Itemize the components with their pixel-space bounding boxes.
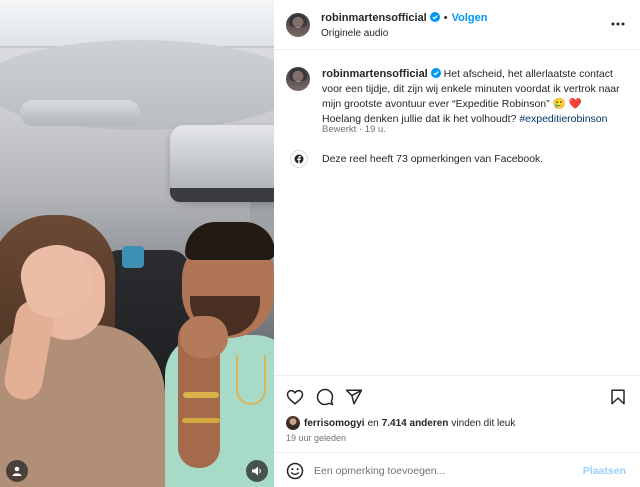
caption-time[interactable]: 19 u. <box>365 124 386 135</box>
facebook-note-text: Deze reel heeft 73 opmerkingen van Faceb… <box>322 153 544 165</box>
like-icon[interactable] <box>286 388 304 406</box>
seat-strap <box>122 246 144 268</box>
caption-meta: Bewerkt · 19 u. <box>322 124 386 135</box>
emoji-icon[interactable] <box>286 462 304 480</box>
post-actions <box>274 375 640 415</box>
man-hair <box>185 222 274 260</box>
user-tag-icon[interactable] <box>6 460 28 482</box>
caption-username[interactable]: robinmartensofficial <box>322 68 428 80</box>
man-hand <box>180 316 228 358</box>
likes-suffix: vinden dit leuk <box>451 417 516 429</box>
likes-and: en <box>367 417 379 429</box>
car-handle <box>20 100 140 126</box>
edited-label: Bewerkt <box>322 124 357 135</box>
likes-summary: ferrisomogyi en 7.414 anderen vinden dit… <box>286 416 515 430</box>
comment-icon[interactable] <box>316 388 334 406</box>
likes-count[interactable]: 7.414 anderen <box>382 418 449 429</box>
header-username[interactable]: robinmartensofficial <box>321 12 427 24</box>
separator-dot: • <box>443 12 448 24</box>
save-icon[interactable] <box>609 388 627 406</box>
facebook-icon <box>290 150 308 168</box>
liker-avatar[interactable] <box>286 416 300 430</box>
avatar[interactable] <box>286 13 310 37</box>
reel-video[interactable] <box>0 0 274 487</box>
share-icon[interactable] <box>345 388 363 406</box>
post-header: robinmartensofficial • Volgen Originele au… <box>274 0 640 50</box>
verified-icon <box>430 68 441 78</box>
man-bracelet <box>183 392 219 398</box>
post-dialog: robinmartensofficial • Volgen Originele au… <box>0 0 640 487</box>
man-necklace <box>236 355 266 405</box>
caption-avatar[interactable] <box>286 67 310 91</box>
hashtag-link[interactable]: #expeditierobinson <box>519 113 607 125</box>
car-visor-edge <box>170 188 274 202</box>
verified-icon <box>429 12 440 22</box>
sound-icon[interactable] <box>246 460 268 482</box>
facebook-comments-note: Deze reel heeft 73 opmerkingen van Faceb… <box>290 150 543 168</box>
comment-bar: Plaatsen <box>274 452 640 487</box>
post-side-panel: robinmartensofficial • Volgen Originele au… <box>274 0 640 487</box>
post-timestamp[interactable]: 19 uur geleden <box>286 433 346 443</box>
comment-input[interactable] <box>314 462 574 480</box>
audio-label[interactable]: Originele audio <box>321 28 388 39</box>
man-bracelet-2 <box>182 418 220 423</box>
more-options-icon[interactable] <box>608 14 628 34</box>
meta-separator: · <box>356 124 365 135</box>
post-comment-button[interactable]: Plaatsen <box>583 465 626 477</box>
follow-button[interactable]: Volgen <box>452 12 488 24</box>
liker-username[interactable]: ferrisomogyi <box>304 418 365 429</box>
post-caption: robinmartensofficial Het afscheid, het a… <box>322 67 622 127</box>
header-user-row: robinmartensofficial • Volgen <box>321 12 487 24</box>
